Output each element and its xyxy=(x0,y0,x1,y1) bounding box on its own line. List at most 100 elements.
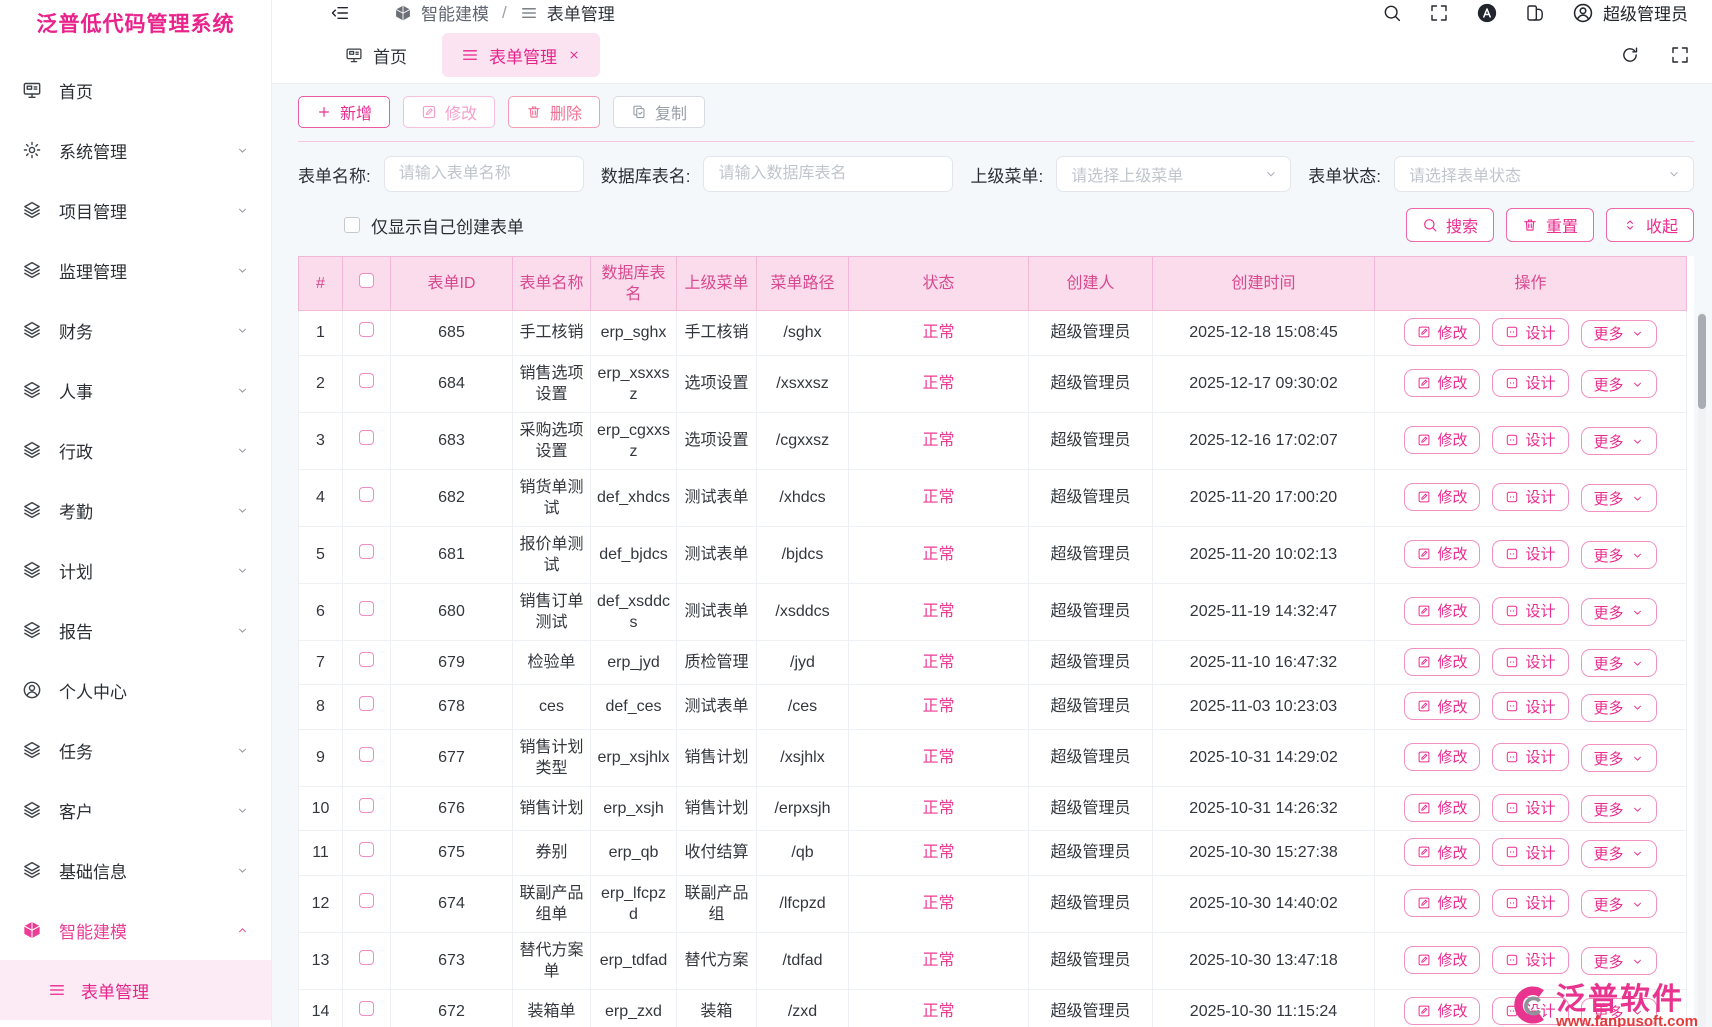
add-button[interactable]: 新增 xyxy=(298,96,390,128)
sidebar-item-4[interactable]: 财务 xyxy=(0,300,271,360)
more-button[interactable]: 更多 xyxy=(1581,840,1657,868)
reset-button[interactable]: 重置 xyxy=(1506,208,1594,242)
theme-icon[interactable] xyxy=(1525,3,1545,23)
copy-button[interactable]: 复制 xyxy=(613,96,705,128)
edit-button[interactable]: 修改 xyxy=(1404,743,1480,771)
more-button[interactable]: 更多 xyxy=(1581,598,1657,626)
row-checkbox[interactable] xyxy=(359,696,374,711)
more-button[interactable]: 更多 xyxy=(1581,649,1657,677)
refresh-icon[interactable] xyxy=(1620,45,1640,65)
row-checkbox[interactable] xyxy=(359,322,374,337)
edit-button[interactable]: 修改 xyxy=(1404,597,1480,625)
row-checkbox[interactable] xyxy=(359,487,374,502)
edit-button[interactable]: 修改 xyxy=(1404,946,1480,974)
row-checkbox[interactable] xyxy=(359,373,374,388)
design-button[interactable]: 设计 xyxy=(1492,597,1568,625)
sidebar-subitem-form-management[interactable]: 表单管理 xyxy=(0,960,271,1020)
only-mine-checkbox[interactable] xyxy=(344,217,360,233)
row-checkbox[interactable] xyxy=(359,430,374,445)
modify-button[interactable]: 修改 xyxy=(403,96,495,128)
row-checkbox[interactable] xyxy=(359,893,374,908)
scrollbar-thumb[interactable] xyxy=(1698,314,1706,409)
design-button[interactable]: 设计 xyxy=(1492,426,1568,454)
more-button[interactable]: 更多 xyxy=(1581,694,1657,722)
row-checkbox[interactable] xyxy=(359,842,374,857)
row-checkbox[interactable] xyxy=(359,544,374,559)
edit-button[interactable]: 修改 xyxy=(1404,838,1480,866)
parent-menu-filter-select[interactable]: 请选择上级菜单 xyxy=(1056,156,1291,192)
edit-button[interactable]: 修改 xyxy=(1404,692,1480,720)
design-button[interactable]: 设计 xyxy=(1492,318,1568,346)
user-icon xyxy=(1572,2,1594,24)
row-checkbox[interactable] xyxy=(359,950,374,965)
more-button[interactable]: 更多 xyxy=(1581,370,1657,398)
breadcrumb-parent[interactable]: 智能建模 xyxy=(421,0,489,25)
sidebar-item-5[interactable]: 人事 xyxy=(0,360,271,420)
edit-button[interactable]: 修改 xyxy=(1404,540,1480,568)
sidebar-item-9[interactable]: 报告 xyxy=(0,600,271,660)
sidebar-item-3[interactable]: 监理管理 xyxy=(0,240,271,300)
row-checkbox[interactable] xyxy=(359,601,374,616)
design-button[interactable]: 设计 xyxy=(1492,540,1568,568)
close-icon[interactable] xyxy=(567,48,581,62)
edit-button[interactable]: 修改 xyxy=(1404,426,1480,454)
more-button[interactable]: 更多 xyxy=(1581,320,1657,348)
design-button[interactable]: 设计 xyxy=(1492,794,1568,822)
sidebar-item-12[interactable]: 客户 xyxy=(0,780,271,840)
delete-button[interactable]: 删除 xyxy=(508,96,600,128)
edit-button[interactable]: 修改 xyxy=(1404,997,1480,1025)
user-menu[interactable]: 超级管理员 xyxy=(1572,0,1688,25)
collapse-button[interactable]: 收起 xyxy=(1606,208,1694,242)
design-button[interactable]: 设计 xyxy=(1492,692,1568,720)
watermark: 泛普软件 www.fanpusoft.com xyxy=(1507,984,1698,1027)
edit-button[interactable]: 修改 xyxy=(1404,889,1480,917)
sidebar-item-2[interactable]: 项目管理 xyxy=(0,180,271,240)
edit-button[interactable]: 修改 xyxy=(1404,648,1480,676)
fullscreen-icon[interactable] xyxy=(1429,3,1449,23)
tab-home[interactable]: 首页 xyxy=(330,33,422,77)
edit-button[interactable]: 修改 xyxy=(1404,369,1480,397)
row-checkbox[interactable] xyxy=(359,652,374,667)
sidebar-item-10[interactable]: 个人中心 xyxy=(0,660,271,720)
more-button[interactable]: 更多 xyxy=(1581,947,1657,975)
search-icon[interactable] xyxy=(1382,3,1402,23)
form-status-filter-select[interactable]: 请选择表单状态 xyxy=(1394,156,1694,192)
design-button[interactable]: 设计 xyxy=(1492,483,1568,511)
row-checkbox[interactable] xyxy=(359,798,374,813)
tab-form-management[interactable]: 表单管理 xyxy=(442,33,600,77)
more-button[interactable]: 更多 xyxy=(1581,484,1657,512)
font-size-icon[interactable] xyxy=(1476,2,1498,24)
sidebar-item-1[interactable]: 系统管理 xyxy=(0,120,271,180)
sidebar-item-11[interactable]: 任务 xyxy=(0,720,271,780)
more-button[interactable]: 更多 xyxy=(1581,541,1657,569)
row-checkbox[interactable] xyxy=(359,1001,374,1016)
search-button[interactable]: 搜索 xyxy=(1406,208,1494,242)
sidebar-item-8[interactable]: 计划 xyxy=(0,540,271,600)
sidebar-item-6[interactable]: 行政 xyxy=(0,420,271,480)
design-button[interactable]: 设计 xyxy=(1492,889,1568,917)
form-name-filter-input[interactable] xyxy=(384,156,584,192)
select-all-checkbox[interactable] xyxy=(359,273,374,288)
design-button[interactable]: 设计 xyxy=(1492,838,1568,866)
row-checkbox[interactable] xyxy=(359,747,374,762)
edit-button[interactable]: 修改 xyxy=(1404,318,1480,346)
more-button[interactable]: 更多 xyxy=(1581,890,1657,918)
more-button[interactable]: 更多 xyxy=(1581,795,1657,823)
more-button[interactable]: 更多 xyxy=(1581,427,1657,455)
fold-icon[interactable] xyxy=(330,3,350,23)
design-button[interactable]: 设计 xyxy=(1492,946,1568,974)
table-scrollbar[interactable] xyxy=(1698,312,1706,1027)
sidebar-item-7[interactable]: 考勤 xyxy=(0,480,271,540)
design-button[interactable]: 设计 xyxy=(1492,369,1568,397)
sidebar-item-0[interactable]: 首页 xyxy=(0,60,271,120)
db-table-filter-input[interactable] xyxy=(703,156,953,192)
design-icon xyxy=(1505,953,1519,967)
sidebar-item-13[interactable]: 基础信息 xyxy=(0,840,271,900)
edit-button[interactable]: 修改 xyxy=(1404,794,1480,822)
edit-button[interactable]: 修改 xyxy=(1404,483,1480,511)
design-button[interactable]: 设计 xyxy=(1492,648,1568,676)
design-button[interactable]: 设计 xyxy=(1492,743,1568,771)
more-button[interactable]: 更多 xyxy=(1581,744,1657,772)
expand-icon[interactable] xyxy=(1670,45,1690,65)
sidebar-item-14[interactable]: 智能建模 xyxy=(0,900,271,960)
